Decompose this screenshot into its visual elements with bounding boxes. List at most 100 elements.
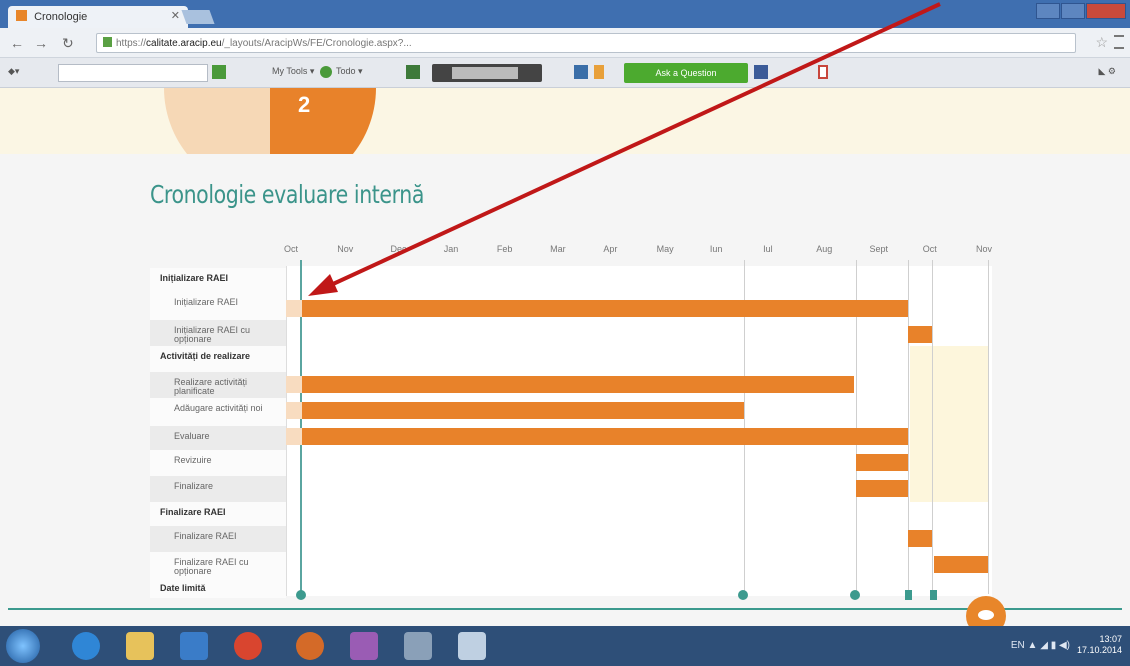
month-label: Iul [763,244,773,254]
toolbar-search-input[interactable] [58,64,208,82]
tab-title: Cronologie [34,11,88,23]
row-label: Evaluare [174,431,210,441]
pie-chart-clip [0,88,1130,154]
gantt-bar[interactable] [302,376,854,393]
toolbar-green-icon[interactable] [212,65,226,79]
row-label: Finalizare RAEI cu opționare [174,557,249,576]
taskbar: EN ▲ ◢ ▮ ◀) 13:07 17.10.2014 [0,626,1130,666]
month-label: Iun [709,244,723,254]
window-controls [1036,3,1126,19]
network-app-icon[interactable] [404,632,432,660]
toolbar-app-icon[interactable] [406,65,420,79]
gantt-bar[interactable] [908,326,932,343]
favicon-icon [16,10,27,21]
deadline-dot[interactable] [296,590,306,600]
row-label: Activități de realizare [160,351,251,361]
deadline-dot[interactable] [850,590,860,600]
menu-icon[interactable] [1114,35,1124,49]
month-label: May [656,244,674,254]
timeline-marker-line [988,260,989,594]
toolbar-widget[interactable] [432,64,542,82]
start-button[interactable] [6,629,40,663]
browser-tab[interactable]: Cronologie ✕ [8,6,188,28]
chrome-icon[interactable] [234,632,262,660]
clock-time: 13:07 [1099,634,1122,644]
minimize-button[interactable] [1036,3,1060,19]
row-label: Date limită [160,583,206,593]
maximize-button[interactable] [1061,3,1085,19]
gantt-bar[interactable] [302,428,908,445]
deadline-marker[interactable] [930,590,937,600]
explorer-icon[interactable] [126,632,154,660]
gantt-bar[interactable] [302,300,908,317]
document-icon[interactable] [458,632,486,660]
bar-start-shadow [286,300,302,317]
toolbar-logo-icon[interactable]: ◆▾ [8,66,19,77]
extension-toolbar: ◆▾ My Tools ▾ Todo ▾ Ask a Question ◣ ⚙ [0,58,1130,88]
bar-start-shadow [286,402,302,419]
deadline-dot[interactable] [738,590,748,600]
gantt-bar[interactable] [302,402,744,419]
month-label: Dec [390,244,407,254]
month-label: Apr [603,244,618,254]
month-label: Sept [869,244,889,254]
page-title: Cronologie evaluare internă [150,180,425,209]
month-label: Nov [976,244,993,254]
bar-start-shadow [286,428,302,445]
row-label: Finalizare [174,481,214,491]
row-label: Inițializare RAEI cu opționare [174,325,251,344]
row-label: Inițializare RAEI [174,297,239,307]
new-tab-button[interactable] [181,10,215,24]
row-label: Finalizare RAEI [174,531,237,541]
address-bar[interactable]: https://calitate.aracip.eu/_layouts/Arac… [96,33,1076,53]
pie-chart [164,88,376,154]
browser-titlebar: Cronologie ✕ [0,0,1130,28]
todo-menu[interactable]: Todo ▾ [336,66,363,77]
close-tab-icon[interactable]: ✕ [171,9,180,22]
month-label: Oct [284,244,299,254]
toolbar-chat-icon[interactable] [594,65,604,79]
url-prefix: https:// [116,38,147,49]
close-window-button[interactable] [1086,3,1126,19]
bookmark-star-icon[interactable]: ☆ [1095,34,1108,51]
back-icon[interactable]: ← [10,35,24,51]
toolbar-media-icon[interactable] [574,65,588,79]
gantt-bar[interactable] [856,454,908,471]
deadline-marker[interactable] [905,590,912,600]
system-tray[interactable]: EN ▲ ◢ ▮ ◀) [1011,640,1070,651]
clock-date: 17.10.2014 [1076,645,1122,655]
pie-value: 2 [298,92,311,117]
facebook-icon[interactable] [754,65,768,79]
lock-icon [103,37,112,47]
row-label: Adăugare activități noi [174,403,263,413]
gantt-bar[interactable] [856,480,908,497]
gantt-bar[interactable] [934,556,988,573]
row-label: Inițializare RAEI [160,273,229,283]
month-label: Aug [816,244,833,254]
firefox-icon[interactable] [296,632,324,660]
month-label: Mar [550,244,566,254]
timeline-marker-line [932,260,933,594]
row-label: Finalizare RAEI [160,507,226,517]
reload-icon[interactable]: ↻ [62,35,74,52]
clock[interactable]: 13:07 17.10.2014 [1077,634,1122,656]
footer-divider [8,608,1122,610]
app-icon[interactable] [350,632,378,660]
media-player-icon[interactable] [180,632,208,660]
gantt-chart: Oct Nov Dec Jan Feb Mar Apr May Iun Iul Aug Sept Oct… [150,236,996,600]
ie-icon[interactable] [72,632,100,660]
month-label: Oct [922,244,937,254]
toolbar-tools-icon[interactable]: ◣ ⚙ [1099,66,1117,77]
eye-icon [978,610,994,620]
month-label: Nov [337,244,354,254]
todo-icon [320,66,332,78]
toolbar-red-icon[interactable] [818,65,828,79]
row-label: Realizare activități planificate [174,377,248,396]
my-tools-menu[interactable]: My Tools ▾ [272,66,314,77]
gantt-bar[interactable] [908,530,932,547]
forward-icon[interactable]: → [34,35,48,51]
url-host: calitate.aracip.eu [146,38,222,49]
ask-question-button[interactable]: Ask a Question [624,63,748,83]
month-label: Jan [443,244,459,254]
month-label: Feb [496,244,513,254]
